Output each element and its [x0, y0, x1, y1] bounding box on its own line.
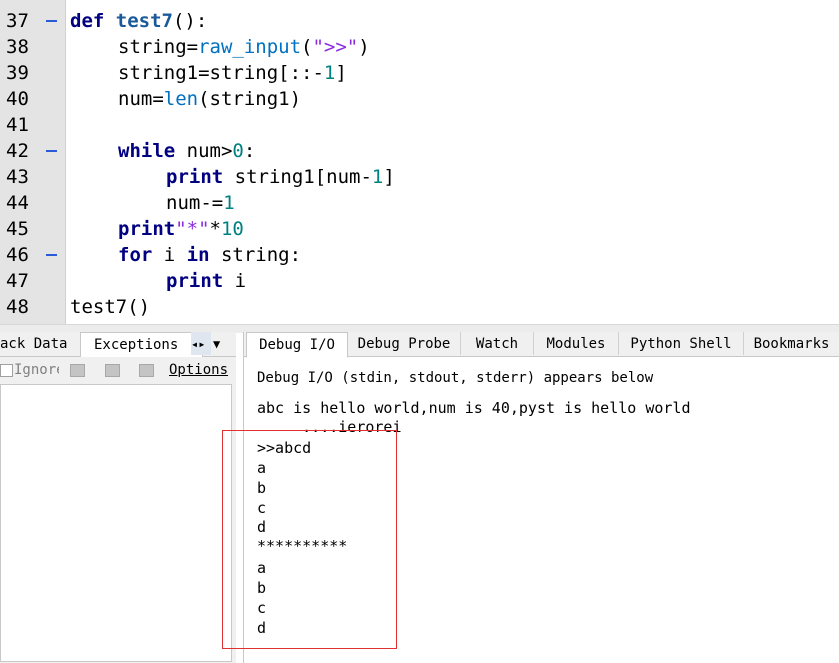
code-line[interactable]: 44 num-=1: [0, 190, 839, 216]
fold-collapse-icon[interactable]: [46, 150, 57, 152]
line-number: 39: [6, 62, 29, 84]
code-text: def test7():: [70, 10, 208, 32]
fold-collapse-icon[interactable]: [46, 254, 57, 256]
line-number: 47: [6, 270, 29, 292]
code-line[interactable]: 37 def test7():: [0, 8, 839, 34]
code-text: while num>0:: [118, 140, 256, 162]
tab-bookmarks[interactable]: Bookmarks: [744, 332, 839, 355]
code-line[interactable]: 39 string1=string[::-1]: [0, 60, 839, 86]
debug-io-description: Debug I/O (stdin, stdout, stderr) appear…: [257, 370, 654, 386]
code-line[interactable]: 47 print i: [0, 268, 839, 294]
code-line[interactable]: 45 print"*"*10: [0, 216, 839, 242]
code-text: num=len(string1): [118, 88, 302, 110]
code-line[interactable]: 40 num=len(string1): [0, 86, 839, 112]
code-line[interactable]: 42 while num>0:: [0, 138, 839, 164]
toolbar-grid-icon[interactable]: [70, 364, 85, 377]
code-text: print string1[num-1]: [166, 166, 395, 188]
tab-exceptions[interactable]: Exceptions: [80, 332, 203, 357]
tab-python-shell[interactable]: Python Shell: [619, 332, 744, 355]
highlight-annotation-box: [222, 430, 397, 649]
line-number: 43: [6, 166, 29, 188]
fold-collapse-icon[interactable]: [46, 20, 57, 22]
tab-scroll-arrows-icon[interactable]: ◂▸: [191, 332, 211, 355]
code-line[interactable]: 48 test7(): [0, 294, 839, 320]
exceptions-toolbar: Ignore Options: [0, 358, 236, 384]
tab-debug-probe[interactable]: Debug Probe: [348, 332, 461, 355]
right-tab-bar: Debug I/O Debug Probe Watch Modules Pyth…: [244, 332, 839, 358]
tab-menu-dropdown-icon[interactable]: ▼: [213, 332, 231, 355]
line-number: 41: [6, 114, 29, 136]
code-text: print i: [166, 270, 247, 292]
code-text: print"*"*10: [118, 218, 244, 240]
ignore-label: Ignore: [14, 362, 59, 378]
ignore-checkbox[interactable]: [0, 364, 13, 377]
code-line[interactable]: 43 print string1[num-1]: [0, 164, 839, 190]
line-number: 38: [6, 36, 29, 58]
tab-stack-data[interactable]: ack Data: [0, 332, 76, 355]
line-number: 46: [6, 244, 29, 266]
toolbar-grid-icon[interactable]: [139, 364, 154, 377]
left-tab-bar: ack Data Exceptions ◂▸ ▼: [0, 332, 236, 357]
code-editor[interactable]: 37 def test7(): 38 string=raw_input(">>"…: [0, 0, 839, 324]
tab-debug-io[interactable]: Debug I/O: [246, 332, 348, 358]
line-number: 48: [6, 296, 29, 318]
code-text: string=raw_input(">>"): [118, 36, 370, 58]
tab-watch[interactable]: Watch: [461, 332, 534, 355]
line-number: 42: [6, 140, 29, 162]
code-text: string1=string[::-1]: [118, 62, 347, 84]
code-text: test7(): [70, 296, 151, 318]
toolbar-grid-icon[interactable]: [105, 364, 120, 377]
line-number: 37: [6, 10, 29, 32]
exceptions-view: [0, 384, 232, 662]
line-number: 40: [6, 88, 29, 110]
code-text: num-=1: [166, 192, 235, 214]
code-text: for i in string:: [118, 244, 302, 266]
code-line[interactable]: 41: [0, 112, 839, 138]
line-number: 44: [6, 192, 29, 214]
line-number: 45: [6, 218, 29, 240]
options-menu-button[interactable]: Options: [169, 362, 228, 378]
output-line: abc is hello world,num is 40,pyst is hel…: [257, 399, 691, 417]
left-tool-panel: ack Data Exceptions ◂▸ ▼ Ignore Options: [0, 332, 236, 663]
tab-modules[interactable]: Modules: [534, 332, 619, 355]
code-line[interactable]: 46 for i in string:: [0, 242, 839, 268]
code-line[interactable]: 38 string=raw_input(">>"): [0, 34, 839, 60]
